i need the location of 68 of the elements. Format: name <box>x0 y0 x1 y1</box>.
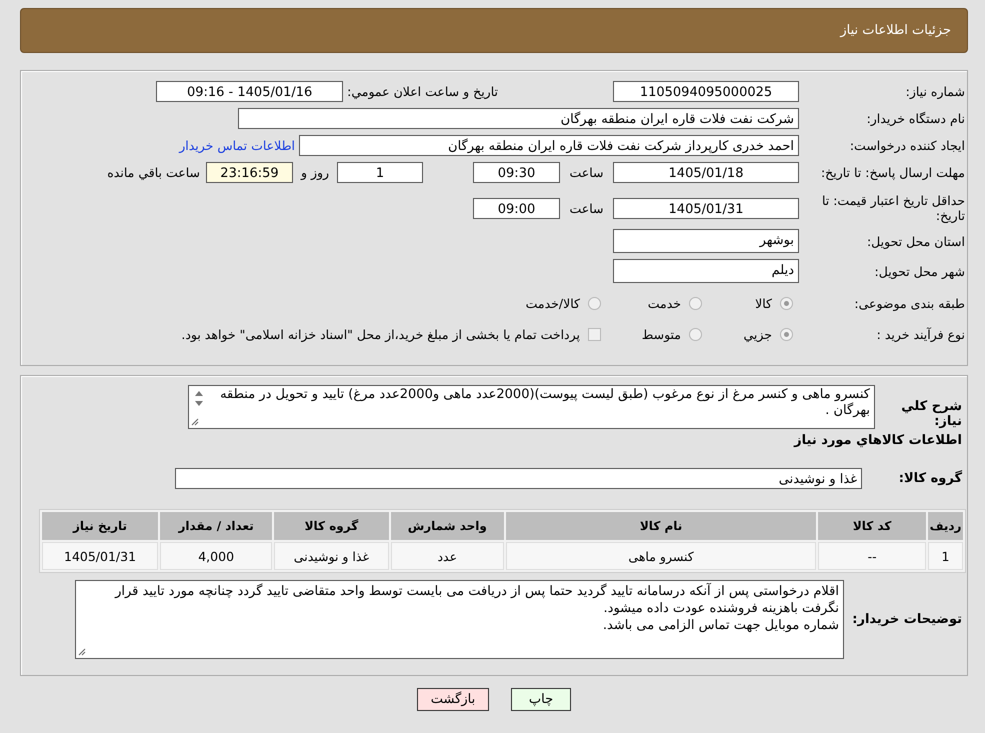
radio-label: خدمت <box>646 296 681 311</box>
input-field[interactable]: 1405/01/16 - 09:16 <box>156 81 344 102</box>
radio-button[interactable] <box>780 297 793 310</box>
description-text: کنسرو ماهی و کنسر مرغ از نوع مرغوب (طبق لیست پیوست)(2000عدد ماهی و2000عدد مرغ) تایید و تحویل در منطقه بهرگان . <box>219 387 870 419</box>
field-label: شرح کلي نیاز: <box>900 398 963 429</box>
countdown-field[interactable]: 23:16:59 <box>206 162 293 183</box>
input-field[interactable]: احمد خدری کارپرداز شرکت نفت فلات قاره ایران منطقه بهرگان <box>299 135 799 156</box>
field-label: توضیحات خریدار: <box>851 612 963 627</box>
resize-grip-icon[interactable] <box>78 648 86 656</box>
field-label: نوع فرآیند خرید : <box>876 327 966 342</box>
input-field[interactable]: دیلم <box>613 259 799 283</box>
column-header: تاریخ نیاز <box>42 512 158 540</box>
field-label: مهلت ارسال پاسخ: تا تاریخ: <box>820 165 966 180</box>
description-box[interactable]: کنسرو ماهی و کنسر مرغ از نوع مرغوب (طبق لیست پیوست)(2000عدد ماهی و2000عدد مرغ) تایید و تحویل در منطقه بهرگان . <box>188 385 875 429</box>
input-field[interactable]: 09:00 <box>473 198 560 218</box>
input-field[interactable]: 09:30 <box>473 162 560 183</box>
column-header: واحد شمارش <box>390 512 504 540</box>
radio-button[interactable] <box>588 297 601 310</box>
notes-text: اقلام درخواستی پس از آنکه درسامانه تایید گردید حتما پس از دریافت می بایست توسط واحد متقاضی تایید گردد چنانچه مورد تایید قرار نگرفت باهزینه فروشنده عودت داده میشود. <box>114 583 839 617</box>
radio-label: متوسط <box>640 327 681 342</box>
page-title: جزئیات اطلاعات نیاز <box>840 23 951 38</box>
radio-label: کالا <box>754 296 772 311</box>
radio-label: جزیي <box>742 327 772 342</box>
table-cell: 4,000 <box>160 542 272 570</box>
buyer-contact-link[interactable]: اطلاعات تماس خریدار <box>179 138 295 153</box>
field-label: استان محل تحویل: <box>866 234 966 248</box>
table-cell: -- <box>818 542 926 570</box>
back-button[interactable]: بازگشت <box>417 688 489 711</box>
input-field[interactable]: 1405/01/31 <box>613 198 799 218</box>
table-cell: 1405/01/31 <box>42 542 158 570</box>
field-label: ساعت باقي مانده <box>107 165 200 180</box>
field-label: شماره نیاز: <box>904 84 966 99</box>
column-header: تعداد / مقدار <box>160 512 272 540</box>
table-cell: کنسرو ماهی <box>506 542 816 570</box>
input-field[interactable]: 1105094095000025 <box>613 81 799 102</box>
field-label: شهر محل تحویل: <box>874 264 966 278</box>
radio-label: کالا/خدمت <box>524 296 580 311</box>
radio-button[interactable] <box>689 328 702 341</box>
checkbox[interactable] <box>588 328 601 341</box>
input-field[interactable]: 1 <box>337 162 423 183</box>
notes-text: شماره موبایل جهت تماس الزامی می باشد. <box>602 617 839 634</box>
field-label: ساعت <box>568 165 604 180</box>
input-field[interactable]: غذا و نوشیدنی <box>175 468 862 489</box>
column-header: نام کالا <box>506 512 816 540</box>
column-header: ردیف <box>928 512 963 540</box>
input-field[interactable]: شرکت نفت فلات قاره ایران منطقه بهرگان <box>238 108 799 129</box>
checkbox-label: پرداخت تمام یا بخشی از مبلغ خرید،از محل "اسناد خزانه اسلامی" خواهد بود. <box>181 327 580 342</box>
field-label: ایجاد کننده درخواست: <box>848 138 966 153</box>
resize-grip-icon[interactable] <box>191 418 199 426</box>
table-cell: 1 <box>928 542 963 570</box>
column-header: گروه کالا <box>274 512 389 540</box>
field-label: حداقل تاریخ اعتبار قیمت: تا تاریخ: <box>820 193 966 223</box>
column-header: کد کالا <box>818 512 926 540</box>
print-button[interactable]: چاپ <box>511 688 571 711</box>
field-label: روز و <box>300 165 330 180</box>
input-field[interactable]: بوشهر <box>613 229 799 253</box>
field-label: طبقه بندی موضوعی: <box>853 296 966 311</box>
section-heading: اطلاعات کالاهاي مورد نیاز <box>792 433 962 448</box>
notes-box[interactable] <box>75 580 844 659</box>
field-label: نام دستگاه خریدار: <box>866 111 966 126</box>
table-cell: عدد <box>390 542 504 570</box>
radio-button[interactable] <box>689 297 702 310</box>
field-label: گروه کالا: <box>898 471 963 486</box>
input-field[interactable]: 1405/01/18 <box>613 162 799 183</box>
radio-button[interactable] <box>780 328 793 341</box>
field-label: تاریخ و ساعت اعلان عمومي: <box>347 84 498 99</box>
table-cell: غذا و نوشیدنی <box>274 542 389 570</box>
field-label: ساعت <box>568 200 604 216</box>
